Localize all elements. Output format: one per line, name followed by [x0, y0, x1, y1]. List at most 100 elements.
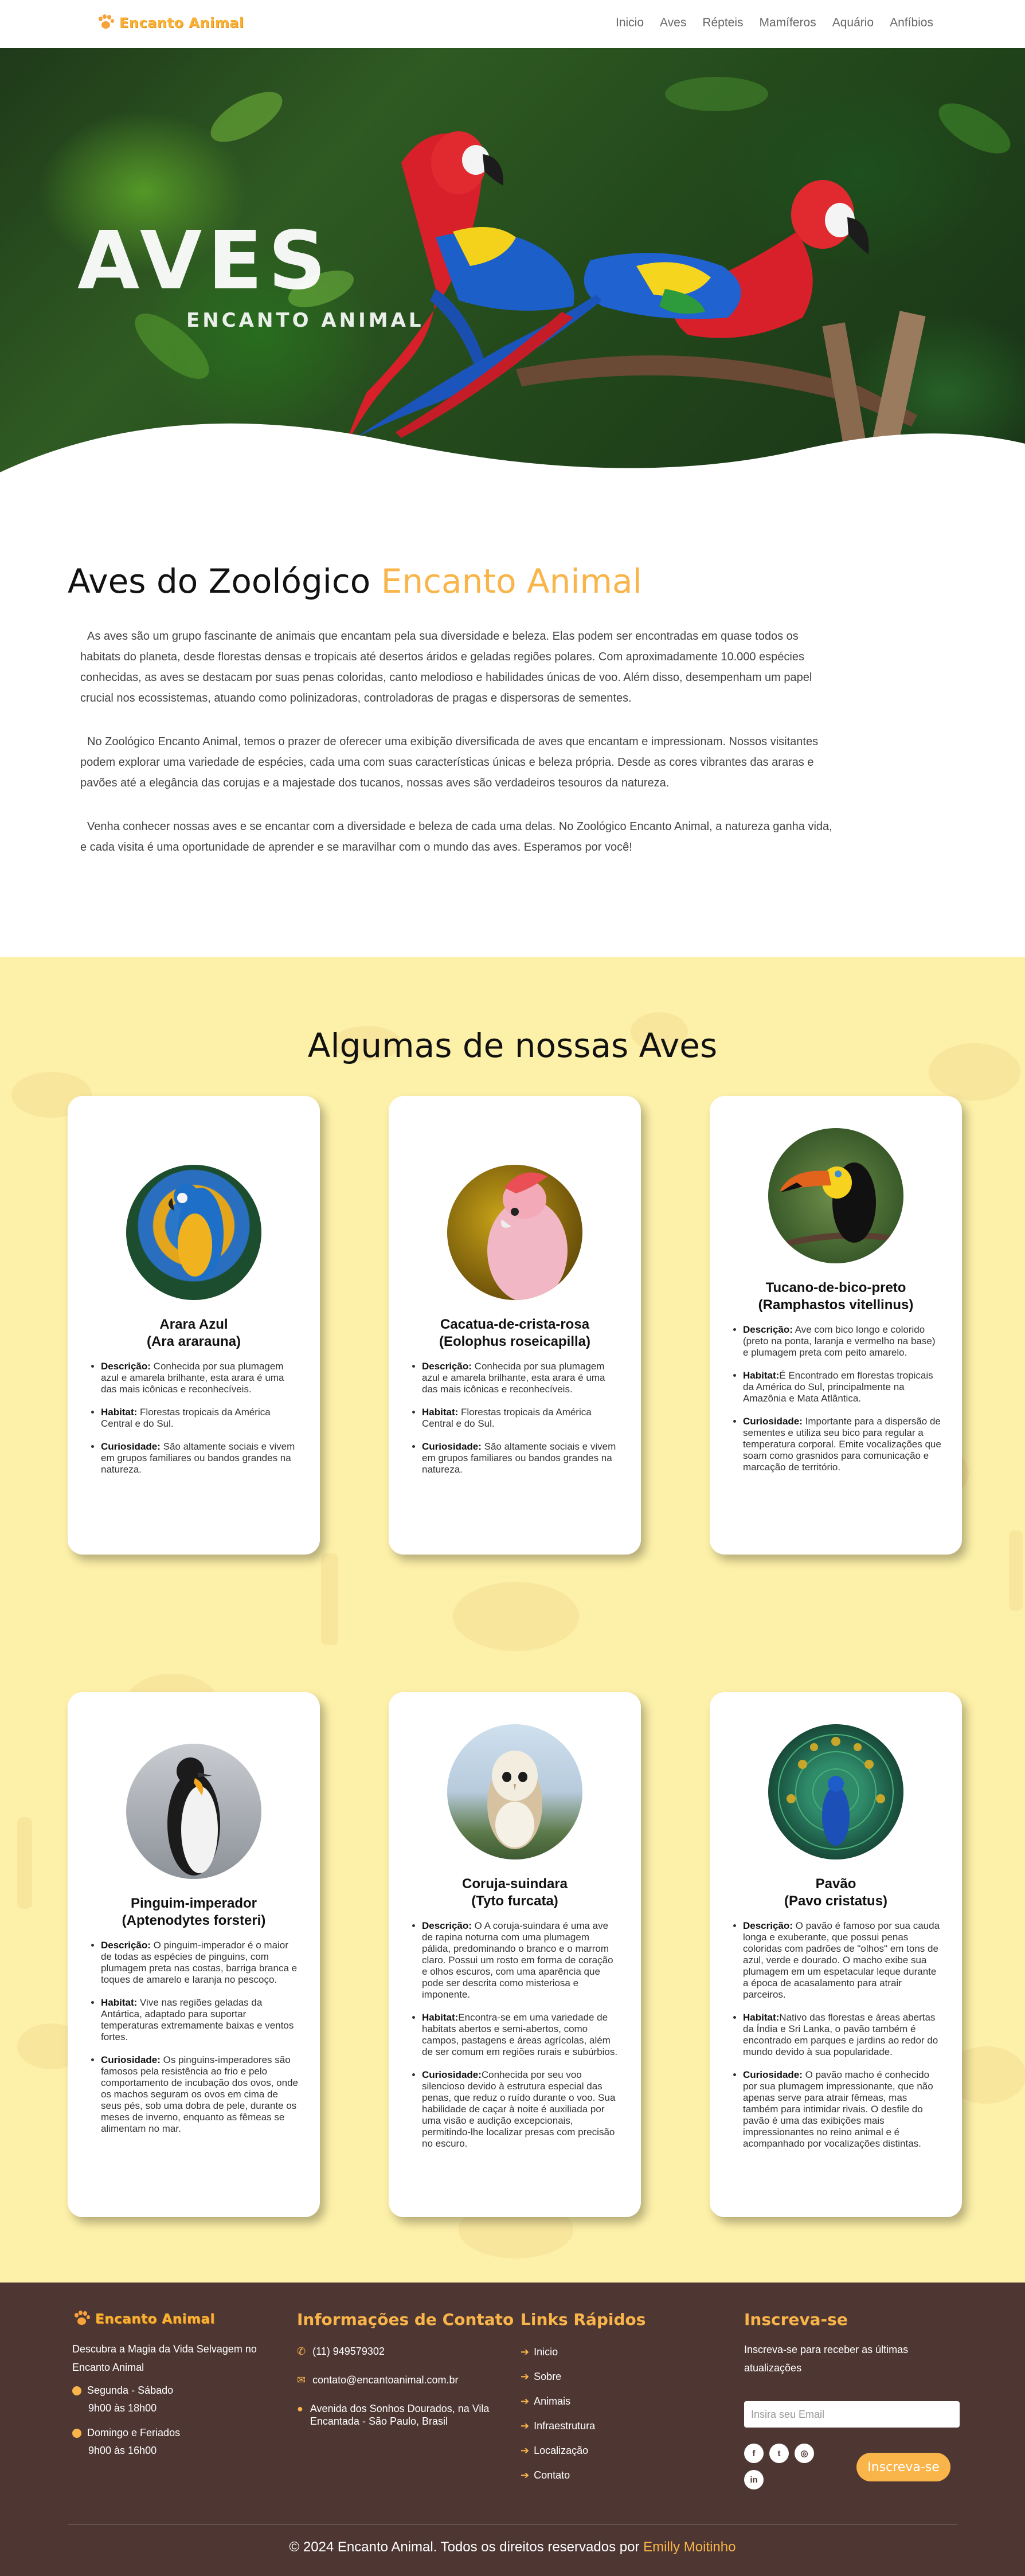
- nav-link-repteis[interactable]: Répteis: [702, 16, 743, 30]
- bird-photo: [447, 1724, 582, 1859]
- footer-link-infraestrutura[interactable]: ➔ Infraestrutura: [521, 2420, 645, 2432]
- fact-text: O pavão macho é conhecido por sua plumag…: [743, 2069, 933, 2149]
- bird-scientific-name: (Pavo cristatus): [784, 1893, 888, 1909]
- intro-title-main: Aves do Zoológico: [68, 562, 381, 601]
- quick-links-title: Links Rápidos: [521, 2310, 646, 2329]
- bird-facts: Descrição: O pinguim-imperador é o maior…: [88, 1940, 299, 2135]
- arrow-right-icon: ➔: [521, 2346, 530, 2358]
- fact-label: Habitat:: [101, 1407, 138, 1418]
- subscribe-button[interactable]: Inscreva-se: [856, 2453, 950, 2481]
- nav-link-aves[interactable]: Aves: [660, 16, 686, 30]
- copyright: © 2024 Encanto Animal. Todos os direitos…: [0, 2539, 1025, 2555]
- subscribe-title: Inscreva-se: [744, 2310, 848, 2329]
- bird-name: Coruja-suindara (Tyto furcata): [409, 1876, 620, 1910]
- nav-link-mamiferos[interactable]: Mamíferos: [760, 16, 816, 30]
- contact-email[interactable]: ✉ contato@encantoanimal.com.br: [297, 2374, 514, 2386]
- bird-scientific-name: (Ramphastos vitellinus): [758, 1297, 914, 1313]
- bird-card: Tucano-de-bico-preto (Ramphastos vitellin…: [710, 1096, 962, 1555]
- footer: Encanto Animal Descubra a Magia da Vida …: [0, 2283, 1025, 2576]
- bird-photo: [768, 1724, 903, 1859]
- bird-common-name: Cacatua-de-crista-rosa: [440, 1317, 590, 1332]
- nav-link-inicio[interactable]: Inicio: [616, 16, 644, 30]
- footer-link-inicio[interactable]: ➔ Inicio: [521, 2346, 645, 2358]
- bird-name: Pavão (Pavo cristatus): [730, 1876, 941, 1910]
- footer-brand[interactable]: Encanto Animal: [72, 2310, 261, 2328]
- bird-habitat: Habitat:É Encontrado em florestas tropic…: [743, 1370, 941, 1404]
- fact-label: Curiosidade:: [422, 1441, 482, 1452]
- author-link[interactable]: Emilly Moitinho: [643, 2539, 736, 2555]
- address-text: Avenida dos Sonhos Dourados, na Vila Enc…: [310, 2403, 490, 2427]
- bird-description: Descrição: Ave com bico longo e colorido…: [743, 1324, 941, 1359]
- fact-label: Curiosidade:: [101, 2054, 161, 2065]
- link-label: Localização: [534, 2445, 589, 2456]
- bird-card: Pinguim-imperador (Aptenodytes forsteri) …: [68, 1692, 320, 2217]
- fact-label: Curiosidade:: [422, 2069, 482, 2080]
- bird-habitat: Habitat:Nativo das florestas e áreas abe…: [743, 2012, 941, 2058]
- instagram-icon[interactable]: ◎: [795, 2444, 814, 2463]
- link-label: Inicio: [534, 2346, 558, 2358]
- clock-icon: [72, 2386, 81, 2395]
- bird-habitat: Habitat:Encontra-se em uma variedade de …: [422, 2012, 620, 2058]
- hours-row: Segunda - Sábado: [72, 2385, 261, 2397]
- bird-description: Descrição: O pavão é famoso por sua caud…: [743, 1920, 941, 2000]
- phone-icon: ✆: [297, 2346, 306, 2357]
- hours-time: 9h00 às 18h00: [88, 2402, 157, 2414]
- footer-link-animais[interactable]: ➔ Animais: [521, 2395, 645, 2407]
- fact-label: Habitat:: [743, 2012, 780, 2023]
- social-row: f t ◎ Inscreva-se in: [744, 2444, 960, 2489]
- fact-label: Habitat:: [422, 2012, 459, 2023]
- bird-facts: Descrição: Ave com bico longo e colorido…: [730, 1324, 941, 1473]
- nav-link-aquario[interactable]: Aquário: [832, 16, 874, 30]
- fact-label: Habitat:: [422, 1407, 459, 1418]
- paw-icon: [72, 2310, 91, 2328]
- bird-facts: Descrição: O pavão é famoso por sua caud…: [730, 1920, 941, 2150]
- bird-facts: Descrição: O A coruja-suindara é uma ave…: [409, 1920, 620, 2150]
- bird-curiosity: Curiosidade:Conhecida por seu voo silenc…: [422, 2069, 620, 2150]
- fact-label: Descrição:: [422, 1361, 472, 1372]
- footer-contact: Informações de Contato ✆ (11) 949579302 ✉…: [297, 2310, 514, 2428]
- footer-links: Links Rápidos ➔ Inicio ➔ Sobre ➔ Animais ➔ I…: [521, 2310, 645, 2481]
- bird-name: Arara Azul (Ara ararauna): [88, 1316, 299, 1350]
- birds-section-title: Algumas de nossas Aves: [307, 1026, 718, 1065]
- footer-link-sobre[interactable]: ➔ Sobre: [521, 2371, 645, 2383]
- link-label: Infraestrutura: [534, 2420, 596, 2432]
- linkedin-icon[interactable]: in: [744, 2470, 764, 2489]
- footer-link-contato[interactable]: ➔ Contato: [521, 2469, 645, 2481]
- bird-habitat: Habitat: Florestas tropicais da América …: [422, 1407, 620, 1430]
- brand-logo[interactable]: Encanto Animal: [96, 14, 244, 32]
- bird-curiosity: Curiosidade: Os pinguins-imperadores são…: [101, 2054, 299, 2135]
- hero-banner: AVES ENCANTO ANIMAL: [0, 48, 1025, 484]
- contact-address: ● Avenida dos Sonhos Dourados, na Vila En…: [297, 2402, 503, 2428]
- twitter-icon[interactable]: t: [769, 2444, 789, 2463]
- fact-text: Conhecida por seu voo silencioso devido …: [422, 2069, 616, 2149]
- hours-days: Segunda - Sábado: [87, 2385, 174, 2396]
- fact-label: Descrição:: [743, 1324, 793, 1335]
- hours-row: Domingo e Feriados: [72, 2427, 261, 2439]
- footer-about: Encanto Animal Descubra a Magia da Vida …: [72, 2310, 261, 2457]
- footer-link-localizacao[interactable]: ➔ Localização: [521, 2445, 645, 2457]
- main-nav: Inicio Aves Répteis Mamíferos Aquário An…: [600, 16, 933, 30]
- bird-card: Pavão(Pavo cristatus) Descrição: O pavão…: [710, 1692, 962, 2217]
- bird-description: Descrição: O pinguim-imperador é o maior…: [101, 1940, 299, 1986]
- bird-common-name: Coruja-suindara: [461, 1876, 568, 1892]
- footer-subscribe: Inscreva-se Inscreva-se para receber as …: [744, 2310, 960, 2489]
- bird-common-name: Arara Azul: [159, 1317, 228, 1332]
- bird-description: Descrição: O A coruja-suindara é uma ave…: [422, 1920, 620, 2000]
- bird-name: Tucano-de-bico-preto (Ramphastos vitellin…: [730, 1279, 941, 1314]
- fact-label: Habitat:: [743, 1370, 780, 1381]
- birds-section: Algumas de nossas Aves Arara Azul (Ara ar…: [0, 957, 1025, 2283]
- nav-link-anfibios[interactable]: Anfíbios: [890, 16, 933, 30]
- footer-brand-name: Encanto Animal: [95, 2312, 215, 2327]
- bird-description: Descrição: Conhecida por sua plumagem az…: [101, 1361, 299, 1395]
- bird-facts: Descrição: Conhecida por sua plumagem az…: [409, 1361, 620, 1475]
- arrow-right-icon: ➔: [521, 2395, 530, 2407]
- bird-facts: Descrição: Conhecida por sua plumagem az…: [88, 1361, 299, 1475]
- facebook-icon[interactable]: f: [744, 2444, 764, 2463]
- email-input[interactable]: Insira seu Email: [744, 2401, 960, 2428]
- bird-curiosity: Curiosidade: São altamente sociais e viv…: [422, 1441, 620, 1475]
- link-label: Contato: [534, 2469, 570, 2481]
- navbar: Encanto Animal Inicio Aves Répteis Mamíf…: [0, 0, 1025, 48]
- clock-icon: [72, 2428, 81, 2438]
- contact-title: Informações de Contato: [297, 2310, 514, 2329]
- fact-label: Curiosidade:: [743, 2069, 803, 2080]
